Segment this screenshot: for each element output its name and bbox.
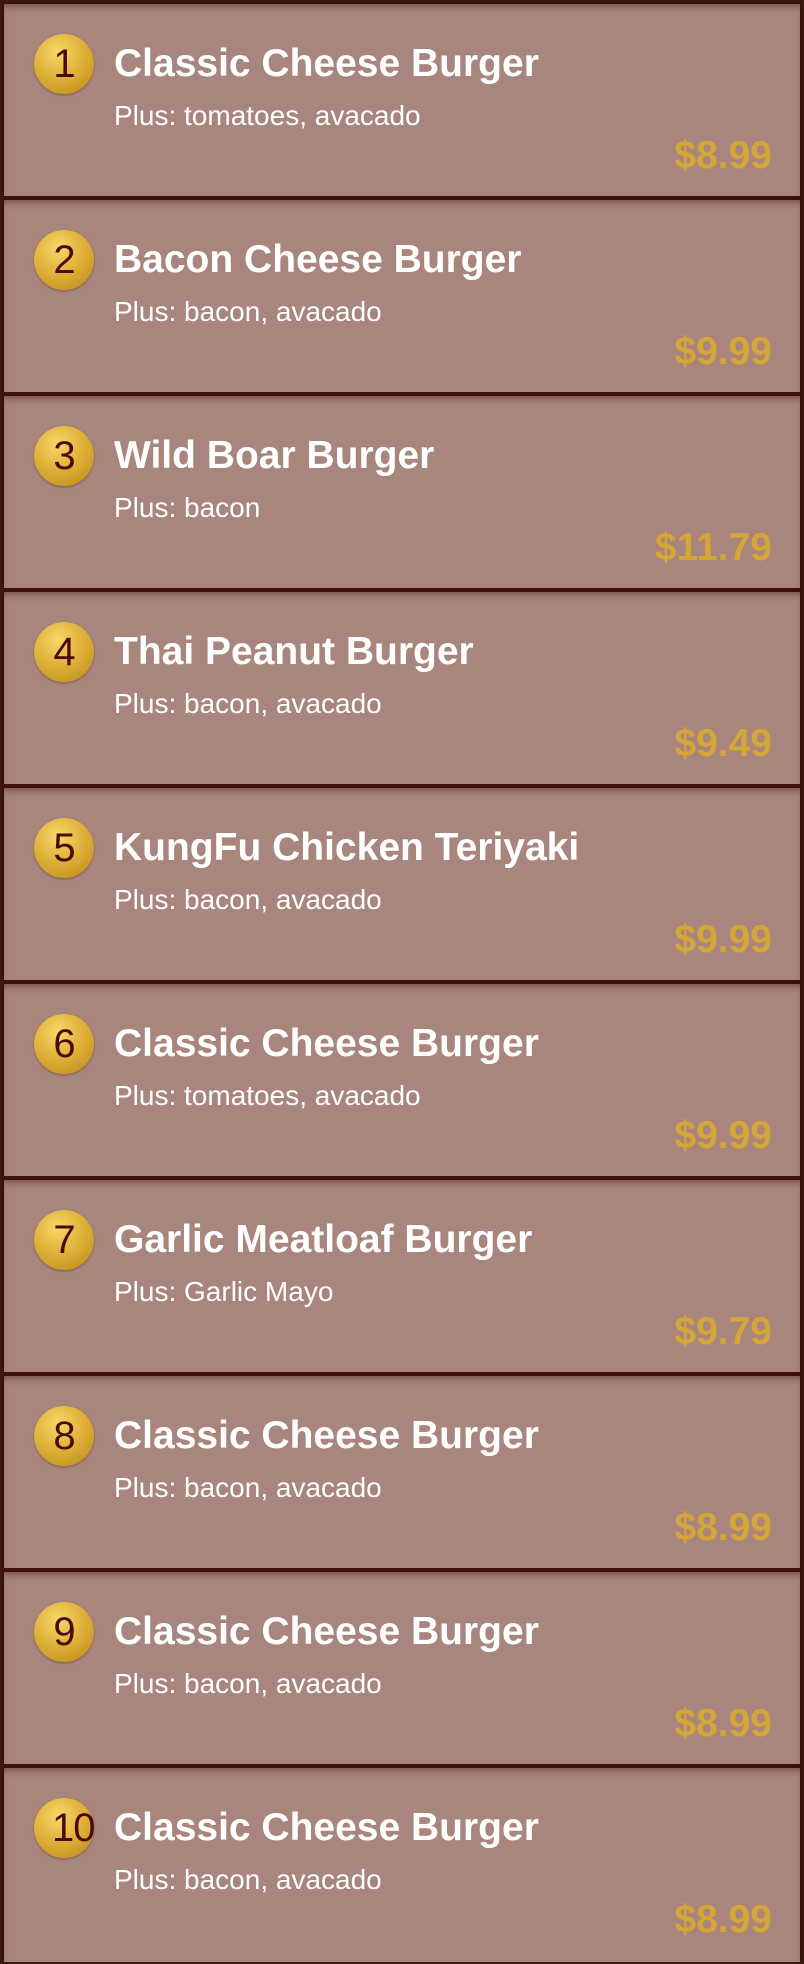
item-extras: Plus: tomatoes, avacado (114, 100, 421, 131)
item-name: Classic Cheese Burger (114, 1022, 539, 1065)
item-price: $8.99 (674, 1702, 772, 1745)
item-name: Thai Peanut Burger (114, 630, 474, 673)
item-name: Classic Cheese Burger (114, 1806, 539, 1849)
menu-item[interactable]: 6 Classic Cheese Burger Plus: tomatoes, … (4, 984, 800, 1176)
item-number-badge: 1 (34, 34, 94, 94)
item-number-badge: 5 (34, 818, 94, 878)
item-price: $8.99 (674, 134, 772, 177)
item-number-badge: 4 (34, 622, 94, 682)
item-price: $11.79 (654, 526, 772, 569)
item-number-badge: 2 (34, 230, 94, 290)
item-extras: Plus: bacon, avacado (114, 1864, 382, 1895)
menu-item[interactable]: 2 Bacon Cheese Burger Plus: bacon, avaca… (4, 200, 800, 392)
item-price: $9.99 (674, 330, 772, 373)
item-name: Bacon Cheese Burger (114, 238, 522, 281)
item-number-badge: 10 (34, 1798, 96, 1858)
item-price: $9.99 (674, 918, 772, 961)
menu-item[interactable]: 3 Wild Boar Burger Plus: bacon $11.79 (4, 396, 800, 588)
item-name: KungFu Chicken Teriyaki (114, 826, 580, 869)
menu-item[interactable]: 5 KungFu Chicken Teriyaki Plus: bacon, a… (4, 788, 800, 980)
item-extras: Plus: bacon, avacado (114, 296, 382, 327)
menu-item[interactable]: 7 Garlic Meatloaf Burger Plus: Garlic Ma… (4, 1180, 800, 1372)
item-number-badge: 3 (34, 426, 94, 486)
menu-list: 1 Classic Cheese Burger Plus: tomatoes, … (0, 0, 804, 1964)
item-number-badge: 9 (34, 1602, 94, 1662)
menu-item[interactable]: 10 Classic Cheese Burger Plus: bacon, av… (4, 1768, 800, 1962)
item-price: $9.79 (674, 1310, 772, 1353)
item-price: $9.49 (674, 722, 772, 765)
menu-item[interactable]: 4 Thai Peanut Burger Plus: bacon, avacad… (4, 592, 800, 784)
menu-item[interactable]: 1 Classic Cheese Burger Plus: tomatoes, … (4, 4, 800, 196)
item-number-badge: 7 (34, 1210, 94, 1270)
item-number-badge: 8 (34, 1406, 94, 1466)
item-extras: Plus: tomatoes, avacado (114, 1080, 421, 1111)
menu-item[interactable]: 9 Classic Cheese Burger Plus: bacon, ava… (4, 1572, 800, 1764)
item-extras: Plus: Garlic Mayo (114, 1276, 334, 1307)
item-price: $8.99 (674, 1898, 772, 1941)
item-price: $8.99 (674, 1506, 772, 1549)
item-price: $9.99 (674, 1114, 772, 1157)
item-number-badge: 6 (34, 1014, 94, 1074)
item-name: Classic Cheese Burger (114, 1414, 539, 1457)
item-name: Classic Cheese Burger (114, 42, 539, 85)
item-extras: Plus: bacon, avacado (114, 1472, 382, 1503)
item-name: Garlic Meatloaf Burger (114, 1218, 533, 1261)
item-extras: Plus: bacon, avacado (114, 884, 382, 915)
menu-item[interactable]: 8 Classic Cheese Burger Plus: bacon, ava… (4, 1376, 800, 1568)
item-extras: Plus: bacon, avacado (114, 1668, 382, 1699)
item-name: Classic Cheese Burger (114, 1610, 539, 1653)
item-extras: Plus: bacon, avacado (114, 688, 382, 719)
item-extras: Plus: bacon (114, 492, 261, 523)
item-name: Wild Boar Burger (114, 434, 435, 477)
